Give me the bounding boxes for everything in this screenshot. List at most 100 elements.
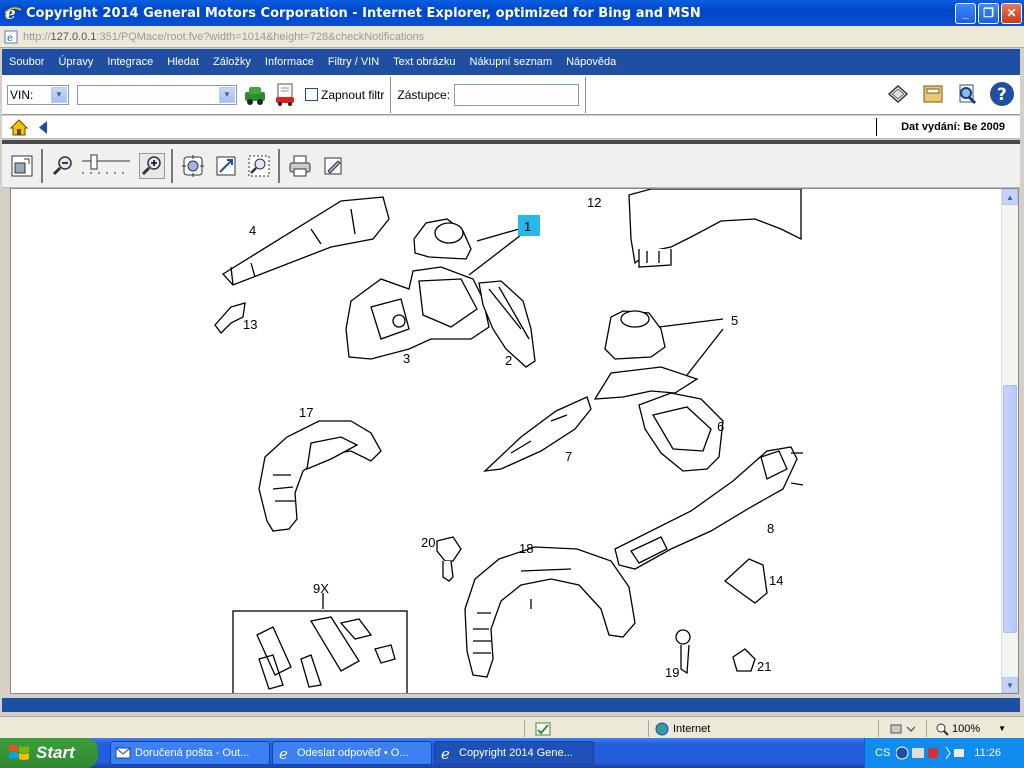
back-arrow-icon[interactable] xyxy=(37,120,49,135)
chevron-down-icon[interactable]: ▼ xyxy=(51,86,67,103)
clock: 11:26 xyxy=(974,747,1001,759)
svg-text:e: e xyxy=(279,745,288,761)
close-button[interactable]: ✕ xyxy=(1001,2,1022,24)
part-label[interactable]: 21 xyxy=(757,659,771,674)
toolbar-divider xyxy=(171,148,173,183)
taskbar-item-outlook[interactable]: Doručená pošta - Out... xyxy=(110,741,270,765)
part-label[interactable]: 1 xyxy=(524,219,531,234)
window-title: Copyright 2014 General Motors Corporatio… xyxy=(26,5,701,21)
search-document-icon[interactable] xyxy=(954,80,982,108)
globe-icon xyxy=(655,722,669,735)
save-view-icon[interactable] xyxy=(9,153,35,179)
svg-text:?: ? xyxy=(997,85,1007,105)
language-indicator[interactable]: CS xyxy=(875,747,890,759)
system-tray: CS 11:26 xyxy=(864,738,1024,768)
part-label[interactable]: 5 xyxy=(731,313,738,328)
toolbar-divider xyxy=(585,76,587,113)
app-menubar: Soubor Úpravy Integrace Hledat Záložky I… xyxy=(2,49,1020,75)
part-label[interactable]: 18 xyxy=(519,541,533,556)
zoom-slider[interactable] xyxy=(80,153,132,179)
zoom-in-icon[interactable] xyxy=(139,152,165,179)
page-icon: e xyxy=(4,30,18,44)
menu-hledat[interactable]: Hledat xyxy=(160,56,206,68)
vertical-scrollbar[interactable]: ▲ ▼ xyxy=(1001,189,1018,693)
minimize-button[interactable]: _ xyxy=(955,2,976,24)
url-prefix: http:// xyxy=(23,30,51,43)
part-label[interactable]: 17 xyxy=(299,405,313,420)
menu-integrace[interactable]: Integrace xyxy=(100,56,160,68)
part-label[interactable]: 8 xyxy=(767,521,774,536)
menu-zalozky[interactable]: Záložky xyxy=(206,56,258,68)
zoom-level: 100% xyxy=(952,722,981,735)
part-label[interactable]: 12 xyxy=(587,195,601,210)
home-icon[interactable] xyxy=(10,119,28,136)
tools-icon xyxy=(890,724,915,733)
start-button[interactable]: Start xyxy=(0,738,98,768)
menu-upravy[interactable]: Úpravy xyxy=(51,56,100,68)
zoom-out-icon[interactable] xyxy=(50,153,76,179)
task-label: Copyright 2014 Gene... xyxy=(459,747,573,759)
filter-checkbox[interactable] xyxy=(305,88,318,101)
menu-text-obrazku[interactable]: Text obrázku xyxy=(386,56,462,68)
print-icon[interactable] xyxy=(287,153,313,179)
vin-select-label: VIN: xyxy=(10,87,34,102)
address-bar[interactable]: e http://127.0.0.1:351/PQMace/root.fve?w… xyxy=(0,26,1024,48)
annotate-icon[interactable] xyxy=(320,153,346,179)
menu-nakupni-seznam[interactable]: Nákupní seznam xyxy=(463,56,560,68)
task-label: Doručená pošta - Out... xyxy=(135,747,250,759)
scroll-down-icon[interactable]: ▼ xyxy=(1002,677,1018,693)
part-label[interactable]: 7 xyxy=(565,449,572,464)
help-icon[interactable]: ? xyxy=(988,80,1016,108)
dealer-input[interactable] xyxy=(454,83,580,106)
part-label[interactable]: 19 xyxy=(665,665,679,680)
parts-diagram[interactable]: 1 2 3 4 5 6 7 8 9X 12 13 14 17 18 19 20 … xyxy=(11,189,1001,694)
document-vehicle-icon[interactable] xyxy=(273,83,297,107)
part-label[interactable]: 14 xyxy=(769,573,783,588)
part-label[interactable]: 3 xyxy=(403,351,410,366)
fit-to-window-icon[interactable] xyxy=(180,153,206,179)
part-label[interactable]: 2 xyxy=(505,353,512,368)
magnifier-icon xyxy=(936,723,949,736)
parts-diagram-viewer[interactable]: 1 2 3 4 5 6 7 8 9X 12 13 14 17 18 19 20 … xyxy=(10,188,1019,694)
part-label[interactable]: 9X xyxy=(313,581,329,596)
maximize-button[interactable]: ❐ xyxy=(978,2,999,24)
part-label[interactable]: 20 xyxy=(421,535,435,550)
tray-icons[interactable] xyxy=(896,745,966,761)
menu-napoveda[interactable]: Nápověda xyxy=(559,56,623,68)
part-label[interactable]: 4 xyxy=(249,223,256,238)
security-zone: Internet xyxy=(648,720,878,737)
status-cell xyxy=(524,720,648,737)
fit-page-icon[interactable] xyxy=(213,153,239,179)
window-titlebar[interactable]: e Copyright 2014 General Motors Corporat… xyxy=(0,0,1024,26)
menu-soubor[interactable]: Soubor xyxy=(2,56,51,68)
vehicle-icon[interactable] xyxy=(243,83,267,107)
page-status-icon xyxy=(535,722,551,735)
taskbar-item-reply[interactable]: e Odeslat odpověď • O... xyxy=(272,741,432,765)
vin-select[interactable]: VIN: ▼ xyxy=(7,84,69,105)
part-label[interactable]: 6 xyxy=(717,419,724,434)
scrollbar-thumb[interactable] xyxy=(1003,385,1017,633)
ie-icon: e xyxy=(441,745,450,761)
protected-mode[interactable] xyxy=(878,720,926,737)
url-text[interactable]: http://127.0.0.1:351/PQMace/root.fve?wid… xyxy=(23,31,424,43)
scroll-up-icon[interactable]: ▲ xyxy=(1002,189,1018,205)
dealer-label: Zástupce: xyxy=(397,87,451,102)
windows-taskbar: Start Doručená pošta - Out... e Odeslat … xyxy=(0,738,1024,768)
part-label[interactable]: 13 xyxy=(243,317,257,332)
vin-combo[interactable]: ▼ xyxy=(77,84,237,105)
menu-informace[interactable]: Informace xyxy=(258,56,321,68)
menu-filtry-vin[interactable]: Filtry / VIN xyxy=(321,56,386,68)
svg-text:e: e xyxy=(5,4,16,22)
chevron-down-icon[interactable]: ▼ xyxy=(219,86,235,103)
layers-icon[interactable] xyxy=(884,80,912,108)
zone-label: Internet xyxy=(673,722,711,735)
chevron-down-icon[interactable]: ▼ xyxy=(998,724,1006,733)
svg-text:e: e xyxy=(441,745,450,761)
main-toolbar: VIN: ▼ ▼ Zapnout filtr Zástupce: ? xyxy=(2,75,1020,115)
zoom-control[interactable]: 100% ▼ xyxy=(926,720,1024,737)
taskbar-item-gm[interactable]: e Copyright 2014 Gene... xyxy=(434,741,594,765)
svg-text:e: e xyxy=(7,33,13,44)
navbar-divider xyxy=(876,118,877,136)
book-icon[interactable] xyxy=(919,80,947,108)
zoom-area-icon[interactable] xyxy=(246,153,272,179)
